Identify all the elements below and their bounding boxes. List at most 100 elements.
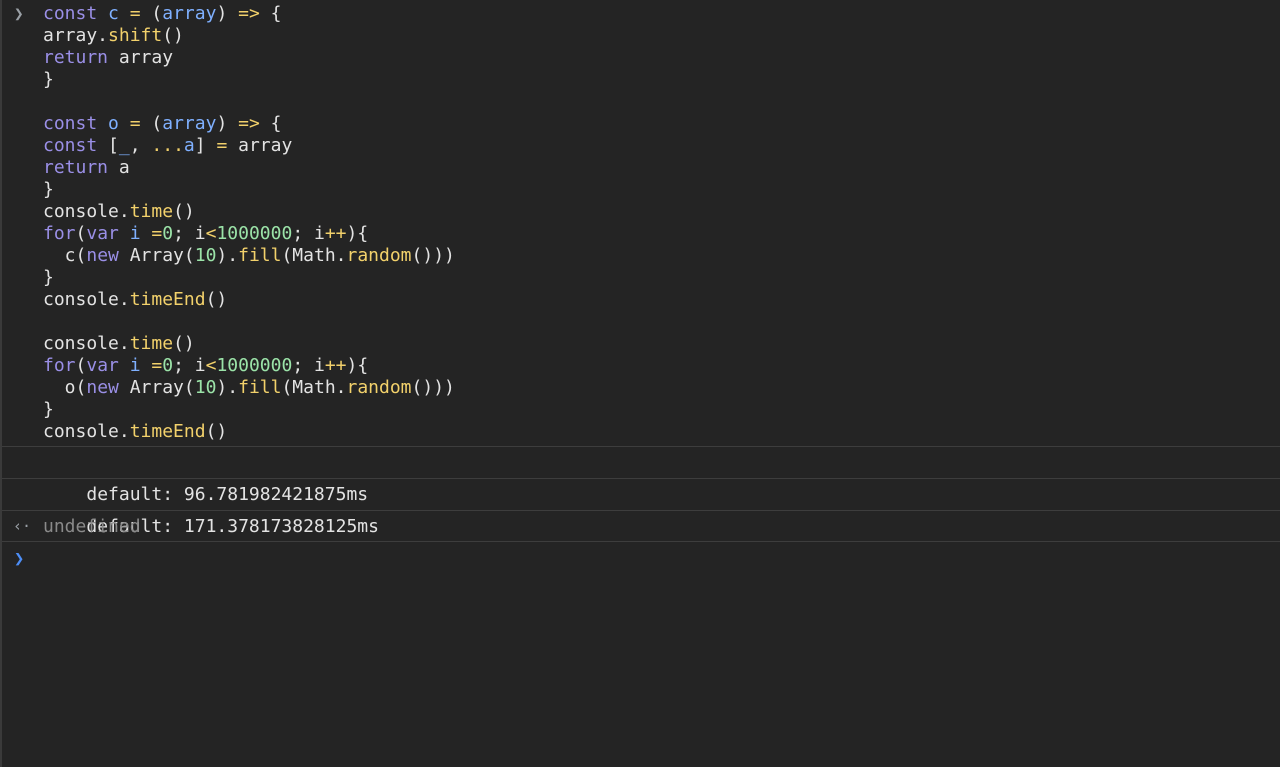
- code-token: var: [86, 355, 119, 376]
- code-token: ...: [151, 135, 184, 156]
- code-token: new: [86, 245, 119, 266]
- code-token: ): [216, 113, 239, 134]
- code-token: time: [129, 333, 174, 354]
- code-line: return array: [43, 47, 1280, 69]
- code-line: for(var i =0; i<1000000; i++){: [43, 355, 1280, 377]
- code-token: array.: [43, 25, 109, 46]
- console-prompt[interactable]: ❯: [2, 541, 1280, 576]
- code-token: }: [43, 69, 54, 90]
- code-token: ,: [129, 135, 152, 156]
- code-token: for: [43, 223, 76, 244]
- code-token: <: [205, 355, 217, 376]
- code-line: const [_, ...a] = array: [43, 135, 1280, 157]
- code-token: 0: [162, 223, 174, 244]
- code-token: time: [129, 201, 174, 222]
- code-token: fill: [238, 377, 282, 398]
- code-token: i: [129, 223, 141, 244]
- code-token: Array(: [118, 377, 195, 398]
- console-log-entry: default: 171.378173828125ms: [2, 478, 1280, 537]
- console-input-entry[interactable]: ❯ const c = (array) => {array.shift() ret…: [2, 0, 1280, 446]
- code-token: ).: [216, 377, 239, 398]
- code-token: c(: [43, 245, 87, 266]
- code-token: array: [227, 135, 293, 156]
- code-line: console.timeEnd(): [43, 289, 1280, 311]
- code-line: console.time(): [43, 333, 1280, 355]
- code-token: (): [205, 421, 228, 442]
- code-token: return: [43, 47, 109, 68]
- code-token: ; i: [173, 223, 206, 244]
- code-line: return a: [43, 157, 1280, 179]
- code-token: const: [43, 113, 98, 134]
- result-arrow-icon: ‹·: [13, 517, 32, 535]
- code-line: ​: [43, 311, 1280, 333]
- code-token: }: [43, 179, 54, 200]
- code-token: ())): [411, 377, 455, 398]
- console-input[interactable]: [43, 546, 1243, 572]
- code-token: o: [108, 113, 119, 134]
- code-token: console.: [43, 289, 130, 310]
- code-token: console.: [43, 421, 130, 442]
- code-token: random: [346, 377, 412, 398]
- code-line: console.timeEnd(): [43, 421, 1280, 443]
- code-token: (: [140, 113, 163, 134]
- code-token: ).: [216, 245, 239, 266]
- code-token: =: [151, 355, 163, 376]
- code-token: ]: [194, 135, 217, 156]
- code-line: c(new Array(10).fill(Math.random())): [43, 245, 1280, 267]
- code-token: 0: [162, 355, 174, 376]
- chevron-right-icon: ❯: [14, 4, 24, 23]
- code-line: }: [43, 179, 1280, 201]
- code-token: const: [43, 135, 98, 156]
- console-result-entry: ‹· undefined: [2, 510, 1280, 541]
- code-token: (): [173, 201, 195, 222]
- result-value[interactable]: undefined: [43, 516, 141, 537]
- code-token: array: [162, 3, 217, 24]
- code-token: new: [86, 377, 119, 398]
- code-token: (): [162, 25, 184, 46]
- code-token: ; i: [292, 355, 325, 376]
- code-line: }: [43, 399, 1280, 421]
- console-log-entry: default: 96.781982421875ms: [2, 446, 1280, 505]
- code-token: return: [43, 157, 109, 178]
- code-line: array.shift(): [43, 25, 1280, 47]
- code-token: array: [162, 113, 217, 134]
- code-token: console.: [43, 201, 130, 222]
- code-line: for(var i =0; i<1000000; i++){: [43, 223, 1280, 245]
- code-token: =: [129, 3, 141, 24]
- code-token: [: [97, 135, 119, 156]
- code-token: 10: [194, 377, 217, 398]
- code-token: shift: [108, 25, 163, 46]
- code-token: ){: [346, 355, 369, 376]
- code-token: }: [43, 267, 54, 288]
- code-token: <: [205, 223, 217, 244]
- code-line: const c = (array) => {: [43, 3, 1280, 25]
- code-token: 10: [194, 245, 217, 266]
- code-line: o(new Array(10).fill(Math.random())): [43, 377, 1280, 399]
- code-token: =: [151, 223, 163, 244]
- code-token: 1000000: [216, 355, 293, 376]
- code-token: for: [43, 355, 76, 376]
- code-token: =>: [238, 113, 260, 134]
- code-token: timeEnd: [129, 289, 206, 310]
- code-token: console.: [43, 333, 130, 354]
- code-token: {: [259, 3, 282, 24]
- code-token: array: [108, 47, 174, 68]
- code-token: (: [75, 223, 87, 244]
- code-token: const: [43, 3, 98, 24]
- code-token: var: [86, 223, 119, 244]
- code-token: i: [129, 355, 141, 376]
- code-token: ){: [346, 223, 369, 244]
- devtools-console: ❯ const c = (array) => {array.shift() ret…: [0, 0, 1280, 767]
- code-token: random: [346, 245, 412, 266]
- code-token: (: [75, 355, 87, 376]
- code-token: {: [259, 113, 282, 134]
- code-line: const o = (array) => {: [43, 113, 1280, 135]
- code-line: ​: [43, 91, 1280, 113]
- code-token: ())): [411, 245, 455, 266]
